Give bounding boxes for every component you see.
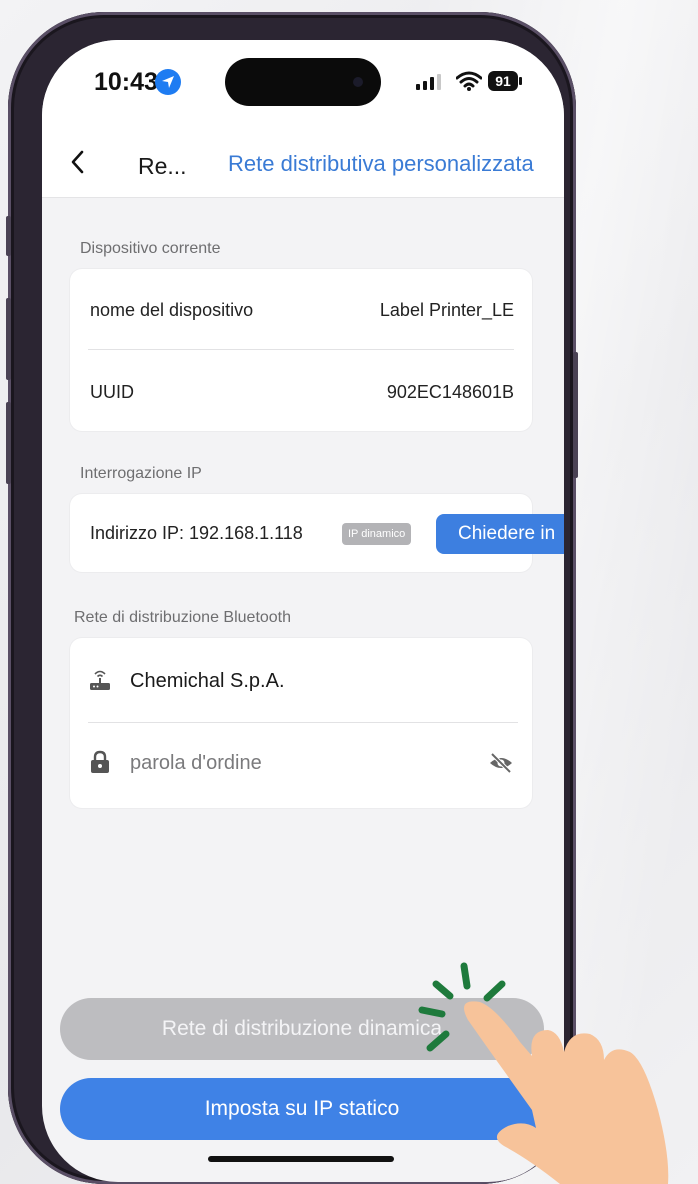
ip-type-badge: IP dinamico [342, 523, 412, 545]
status-bar: 10:43 91 [42, 40, 564, 120]
network-name-field[interactable]: Chemichal S.p.A. [130, 670, 285, 693]
battery-icon: 91 [488, 71, 518, 91]
router-icon [90, 670, 110, 690]
bluetooth-section-label: Rete di distribuzione Bluetooth [74, 609, 292, 626]
device-name-value: Label Printer_LE [379, 300, 514, 320]
ip-address-text: Indirizzo IP: 192.168.1.118 [90, 523, 303, 543]
status-time: 10:43 [94, 68, 158, 96]
wifi-icon [456, 71, 482, 91]
uuid-value: 902EC148601B [386, 382, 514, 402]
divider [88, 349, 514, 350]
page-title: Re... [138, 153, 187, 179]
divider [88, 722, 518, 723]
device-name-label: nome del dispositivo [90, 300, 254, 320]
ip-query-label: Interrogazione IP [80, 465, 202, 482]
power-button [573, 352, 578, 478]
current-device-label: Dispositivo corrente [80, 240, 221, 257]
battery-tip [519, 77, 522, 85]
password-field[interactable]: parola d'ordine [130, 752, 262, 775]
navigation-bar: Re... Rete distributiva personalizzata [42, 120, 564, 198]
back-icon[interactable] [70, 150, 84, 174]
volume-down-button [6, 402, 11, 484]
custom-network-link[interactable]: Rete distributiva personalizzata [228, 151, 534, 177]
home-indicator [208, 1156, 394, 1162]
current-device-card: nome del dispositivo Label Printer_LE UU… [70, 269, 532, 431]
volume-up-button [6, 298, 11, 380]
uuid-label: UUID [90, 382, 134, 402]
bluetooth-card: Chemichal S.p.A. parola d'ordine [70, 638, 532, 808]
lock-icon [91, 750, 109, 773]
pointing-hand-icon [464, 1001, 669, 1184]
eye-off-icon[interactable] [488, 752, 514, 774]
action-button [6, 216, 11, 256]
location-arrow-icon [155, 69, 181, 95]
signal-icon [416, 74, 441, 90]
dynamic-island [225, 58, 381, 106]
ip-query-card: Indirizzo IP: 192.168.1.118 IP dinamico … [70, 494, 564, 572]
query-button[interactable]: Chiedere in [436, 514, 564, 554]
